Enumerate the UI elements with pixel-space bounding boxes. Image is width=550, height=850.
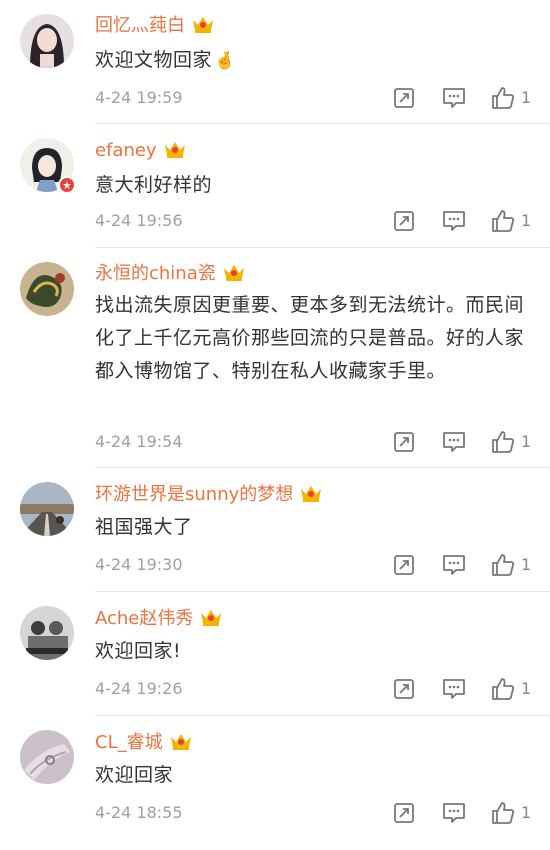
comment-text: 意大利好样的 xyxy=(95,169,535,202)
avatar-image xyxy=(20,262,74,316)
vip-crown-icon xyxy=(193,17,213,33)
timestamp: 4-24 19:26 xyxy=(95,679,183,698)
avatar-image xyxy=(20,14,74,68)
repost-button[interactable] xyxy=(392,553,416,577)
avatar-image xyxy=(20,482,74,536)
avatar[interactable] xyxy=(20,14,74,68)
comment-button[interactable] xyxy=(441,677,467,701)
comment-content: 祖国强大了 xyxy=(95,516,193,538)
username-text[interactable]: 环游世界是sunny的梦想 xyxy=(95,484,293,505)
comment-text: 欢迎回家! xyxy=(95,635,535,668)
comment-icon xyxy=(443,679,465,699)
comment-button[interactable] xyxy=(441,86,467,110)
comment-button[interactable] xyxy=(441,209,467,233)
comment-item: CL_睿城 欢迎回家 4-24 18:55 1 xyxy=(0,716,550,850)
repost-button[interactable] xyxy=(392,430,416,454)
repost-button[interactable] xyxy=(392,677,416,701)
username[interactable]: CL_睿城 xyxy=(95,731,193,755)
comment-item: efaney 意大利好样的 4-24 19:56 1 xyxy=(0,124,550,248)
comment-text: 祖国强大了 xyxy=(95,511,535,544)
like-count: 1 xyxy=(521,432,532,451)
comment-icon xyxy=(443,555,465,575)
comment-item: 环游世界是sunny的梦想 祖国强大了 4-24 19:30 1 xyxy=(0,468,550,592)
username[interactable]: 回忆灬莼白 xyxy=(95,14,215,38)
repost-icon xyxy=(394,88,414,108)
username-text[interactable]: efaney xyxy=(95,140,157,161)
avatar[interactable] xyxy=(20,482,74,536)
comment-item: 永恒的china瓷 找出流失原因更重要、更本多到无法统计。而民间化了上千亿元高价… xyxy=(0,248,550,468)
like-button[interactable] xyxy=(490,429,516,455)
thumbs-up-icon xyxy=(492,554,514,576)
username[interactable]: 永恒的china瓷 xyxy=(95,262,246,286)
username[interactable]: efaney xyxy=(95,139,187,163)
thumbs-up-icon xyxy=(492,678,514,700)
timestamp: 4-24 19:56 xyxy=(95,211,183,230)
comment-icon xyxy=(443,432,465,452)
comment-content: 意大利好样的 xyxy=(95,174,213,196)
avatar[interactable] xyxy=(20,262,74,316)
timestamp: 4-24 18:55 xyxy=(95,803,183,822)
comment-item: 回忆灬莼白 欢迎文物回家 🤞 4-24 19:59 1 xyxy=(0,0,550,124)
timestamp: 4-24 19:54 xyxy=(95,432,183,451)
comment-button[interactable] xyxy=(441,553,467,577)
thumbs-up-icon xyxy=(492,87,514,109)
repost-icon xyxy=(394,432,414,452)
thumbs-up-icon xyxy=(492,802,514,824)
username[interactable]: 环游世界是sunny的梦想 xyxy=(95,483,323,507)
vip-crown-icon xyxy=(170,734,191,750)
like-count: 1 xyxy=(521,803,532,822)
timestamp: 4-24 19:59 xyxy=(95,88,183,107)
verified-badge-icon xyxy=(58,176,76,194)
comment-text: 找出流失原因更重要、更本多到无法统计。而民间化了上千亿元高价那些回流的只是普品。… xyxy=(95,289,535,388)
username-text[interactable]: 永恒的china瓷 xyxy=(95,263,216,284)
avatar-image xyxy=(20,606,74,660)
thumbs-up-icon xyxy=(492,210,514,232)
repost-button[interactable] xyxy=(392,86,416,110)
like-button[interactable] xyxy=(490,800,516,826)
vip-crown-icon xyxy=(223,265,244,281)
comment-button[interactable] xyxy=(441,801,467,825)
avatar[interactable] xyxy=(20,730,74,784)
username[interactable]: Ache赵伟秀 xyxy=(95,607,223,631)
comment-icon xyxy=(443,88,465,108)
avatar[interactable] xyxy=(20,606,74,660)
like-button[interactable] xyxy=(490,85,516,111)
comment-content: 欢迎文物回家 xyxy=(95,49,213,71)
comment-content: 找出流失原因更重要、更本多到无法统计。而民间化了上千亿元高价那些回流的只是普品。… xyxy=(95,294,525,382)
repost-button[interactable] xyxy=(392,801,416,825)
thumbs-up-icon xyxy=(492,431,514,453)
timestamp: 4-24 19:30 xyxy=(95,555,183,574)
comment-text: 欢迎回家 xyxy=(95,759,535,792)
comment-content: 欢迎回家 xyxy=(95,764,174,786)
comment-icon xyxy=(443,211,465,231)
comment-button[interactable] xyxy=(441,430,467,454)
like-count: 1 xyxy=(521,211,532,230)
like-count: 1 xyxy=(521,88,532,107)
vip-crown-icon xyxy=(164,142,185,158)
avatar-image xyxy=(20,730,74,784)
comment-item: Ache赵伟秀 欢迎回家! 4-24 19:26 1 xyxy=(0,592,550,716)
like-button[interactable] xyxy=(490,208,516,234)
username-text[interactable]: Ache赵伟秀 xyxy=(95,608,193,629)
repost-icon xyxy=(394,555,414,575)
vip-crown-icon xyxy=(201,610,222,626)
comment-text: 欢迎文物回家 🤞 xyxy=(95,44,535,78)
repost-icon xyxy=(394,211,414,231)
vip-crown-icon xyxy=(301,486,322,502)
username-text[interactable]: CL_睿城 xyxy=(95,732,163,753)
like-count: 1 xyxy=(521,679,532,698)
emoji: 🤞 xyxy=(214,51,236,71)
comment-content: 欢迎回家! xyxy=(95,640,182,662)
repost-button[interactable] xyxy=(392,209,416,233)
repost-icon xyxy=(394,803,414,823)
like-count: 1 xyxy=(521,555,532,574)
comment-icon xyxy=(443,803,465,823)
like-button[interactable] xyxy=(490,552,516,578)
username-text[interactable]: 回忆灬莼白 xyxy=(95,15,185,36)
repost-icon xyxy=(394,679,414,699)
like-button[interactable] xyxy=(490,676,516,702)
